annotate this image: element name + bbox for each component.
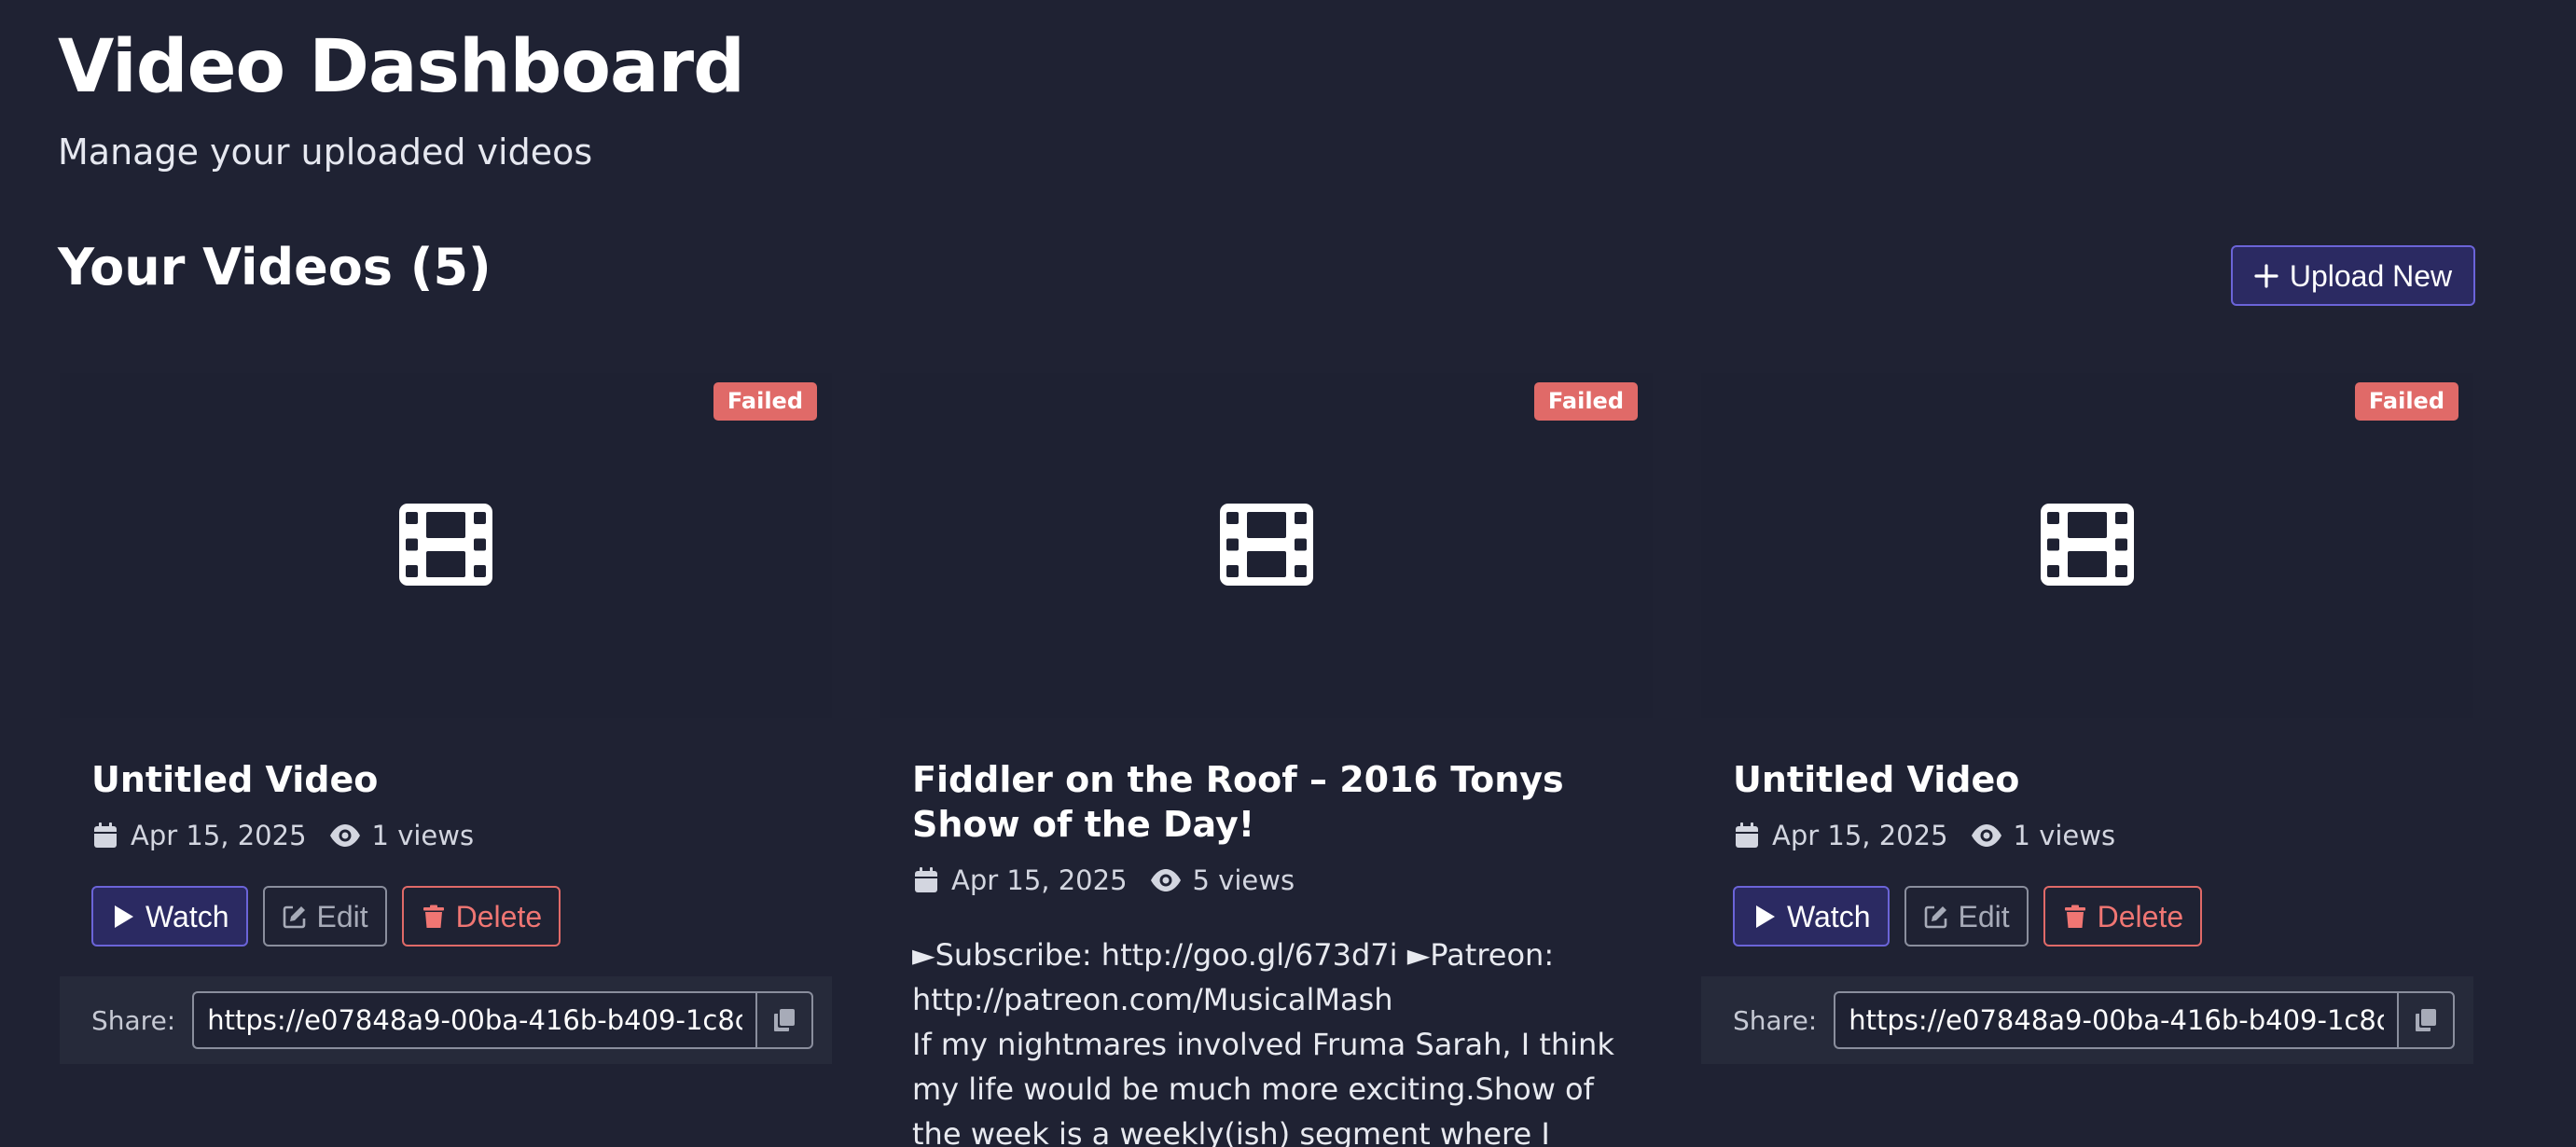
video-card: Failed Untitled Video Apr 15, 2025 1 vie…	[1701, 373, 2473, 1064]
video-card: Failed Untitled Video Apr 15, 2025 1 vie…	[60, 373, 832, 1064]
video-meta: Apr 15, 2025 1 views	[91, 817, 800, 854]
copy-link-button[interactable]	[2397, 991, 2456, 1049]
watch-button[interactable]: Watch	[1733, 886, 1890, 947]
edit-label: Edit	[316, 899, 368, 933]
video-title: Untitled Video	[1733, 759, 2020, 800]
video-thumbnail[interactable]: Failed	[60, 373, 832, 718]
video-card: Failed Fiddler on the Roof – 2016 Tonys …	[880, 373, 1653, 1147]
plus-icon	[2254, 263, 2278, 288]
edit-icon	[1924, 905, 1946, 928]
calendar-icon	[915, 867, 937, 892]
share-bar: Share:	[1701, 976, 2473, 1064]
video-title: Untitled Video	[91, 759, 379, 800]
edit-icon	[283, 905, 305, 928]
edit-label: Edit	[1958, 899, 2010, 933]
video-title: Fiddler on the Roof – 2016 Tonys Show of…	[912, 759, 1564, 845]
video-description: ►Subscribe: http://goo.gl/673d7i ►Patreo…	[912, 937, 1614, 1147]
film-icon	[1220, 504, 1313, 586]
film-icon	[399, 504, 492, 586]
upload-date: Apr 15, 2025	[1772, 820, 1948, 851]
status-badge: Failed	[2354, 382, 2458, 421]
share-url-input[interactable]	[192, 991, 756, 1049]
video-thumbnail[interactable]: Failed	[1701, 373, 2473, 718]
edit-button[interactable]: Edit	[262, 886, 387, 947]
upload-date: Apr 15, 2025	[951, 864, 1128, 896]
view-count: 5 views	[1192, 864, 1295, 896]
share-url-group	[192, 991, 814, 1049]
play-icon	[115, 905, 133, 928]
delete-button[interactable]: Delete	[401, 886, 561, 947]
watch-label: Watch	[1787, 899, 1871, 933]
dashboard-page: Video Dashboard Manage your uploaded vid…	[0, 0, 2576, 1147]
video-actions: Watch Edit Delete	[1733, 886, 2442, 947]
share-url-input[interactable]	[1834, 991, 2398, 1049]
copy-link-button[interactable]	[755, 991, 814, 1049]
upload-date: Apr 15, 2025	[131, 820, 307, 851]
page-title: Video Dashboard	[58, 25, 745, 109]
trash-icon	[422, 905, 444, 928]
trash-icon	[2064, 905, 2085, 928]
status-badge: Failed	[1533, 382, 1638, 421]
copy-icon	[774, 1009, 796, 1031]
upload-new-button[interactable]: Upload New	[2231, 245, 2475, 306]
share-label: Share:	[91, 1004, 176, 1036]
upload-new-label: Upload New	[2289, 258, 2453, 293]
eye-icon	[1971, 824, 2001, 847]
status-badge: Failed	[713, 382, 817, 421]
watch-label: Watch	[145, 899, 229, 933]
delete-label: Delete	[2097, 899, 2184, 933]
delete-label: Delete	[455, 899, 543, 933]
video-thumbnail[interactable]: Failed	[880, 373, 1653, 718]
view-count: 1 views	[2013, 820, 2116, 851]
film-icon	[2041, 504, 2134, 586]
watch-button[interactable]: Watch	[91, 886, 248, 947]
eye-icon	[1150, 869, 1181, 891]
page-subtitle: Manage your uploaded videos	[58, 131, 593, 173]
calendar-icon	[1736, 822, 1758, 848]
copy-icon	[2416, 1009, 2437, 1031]
section-title: Your Videos (5)	[58, 238, 492, 297]
video-actions: Watch Edit Delete	[91, 886, 800, 947]
play-icon	[1756, 905, 1775, 928]
eye-icon	[329, 824, 360, 847]
video-meta: Apr 15, 2025 1 views	[1733, 817, 2442, 854]
calendar-icon	[94, 822, 117, 848]
share-label: Share:	[1733, 1004, 1818, 1036]
edit-button[interactable]: Edit	[1904, 886, 2029, 947]
share-url-group	[1834, 991, 2456, 1049]
delete-button[interactable]: Delete	[2043, 886, 2203, 947]
video-meta: Apr 15, 2025 5 views	[912, 862, 1621, 899]
share-bar: Share:	[60, 976, 832, 1064]
view-count: 1 views	[371, 820, 475, 851]
